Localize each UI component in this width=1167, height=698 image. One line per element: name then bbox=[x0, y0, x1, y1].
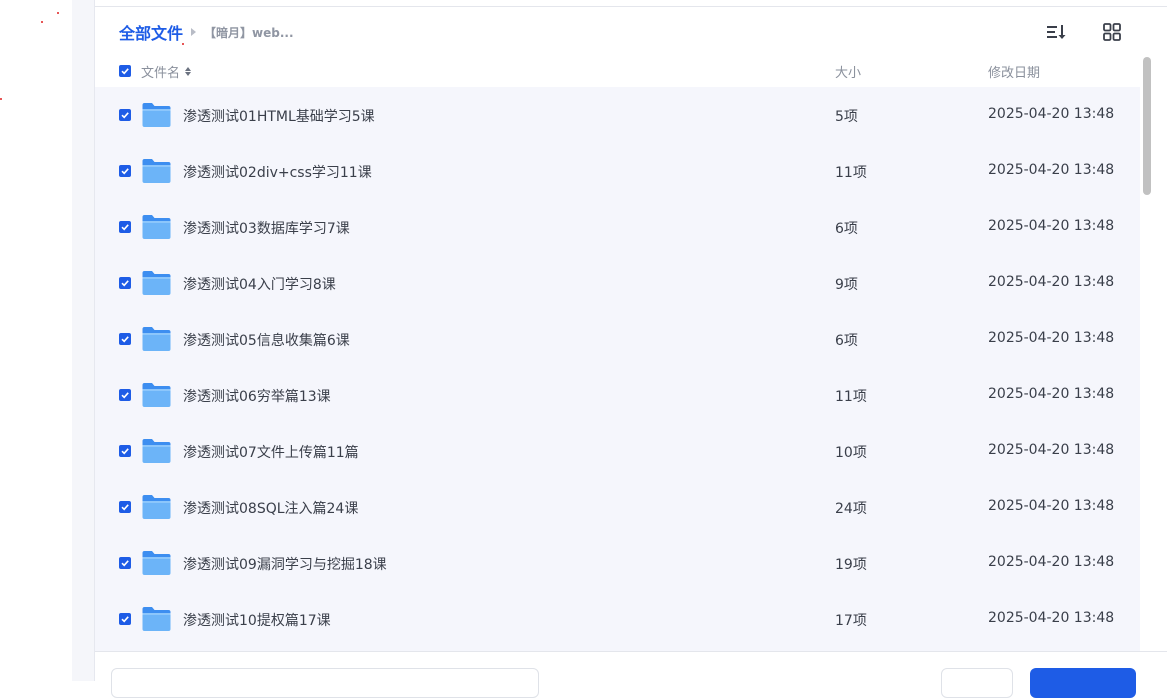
file-row[interactable]: 渗透测试03数据库学习7课 6项 2025-04-20 13:48 bbox=[95, 199, 1140, 255]
file-modified-date: 2025-04-20 13:48 bbox=[988, 386, 1115, 402]
column-header-modified[interactable]: 修改日期 bbox=[988, 62, 1040, 81]
folder-icon bbox=[142, 607, 171, 631]
file-size: 6项 bbox=[835, 333, 858, 349]
file-browser-panel: 全部文件 【暗月】web... 文件名 大小 修改日期 渗透测试01HTML基础… bbox=[94, 0, 1167, 698]
column-header-size[interactable]: 大小 bbox=[835, 62, 861, 81]
breadcrumb-current[interactable]: 【暗月】web... bbox=[204, 24, 294, 41]
gutter-strip bbox=[72, 0, 94, 681]
file-size: 9项 bbox=[835, 277, 858, 293]
left-gutter bbox=[0, 0, 72, 681]
grid-view-button[interactable] bbox=[1099, 19, 1125, 45]
file-list-header: 文件名 大小 修改日期 bbox=[95, 56, 1140, 86]
check-icon bbox=[121, 616, 129, 623]
file-modified-date: 2025-04-20 13:48 bbox=[988, 330, 1115, 346]
folder-icon bbox=[142, 103, 171, 127]
file-modified-date: 2025-04-20 13:48 bbox=[988, 442, 1115, 458]
folder-icon bbox=[142, 495, 171, 519]
row-checkbox[interactable] bbox=[119, 389, 131, 401]
file-name[interactable]: 渗透测试10提权篇17课 bbox=[183, 610, 331, 630]
row-checkbox[interactable] bbox=[119, 613, 131, 625]
check-icon bbox=[121, 280, 129, 287]
file-modified-date: 2025-04-20 13:48 bbox=[988, 218, 1115, 234]
row-checkbox[interactable] bbox=[119, 445, 131, 457]
artifact-dot bbox=[0, 98, 2, 100]
select-all-checkbox[interactable] bbox=[119, 65, 131, 77]
file-row[interactable]: 渗透测试08SQL注入篇24课 24项 2025-04-20 13:48 bbox=[95, 479, 1140, 535]
file-name[interactable]: 渗透测试08SQL注入篇24课 bbox=[183, 498, 358, 518]
file-size: 6项 bbox=[835, 221, 858, 237]
file-row[interactable]: 渗透测试02div+css学习11课 11项 2025-04-20 13:48 bbox=[95, 143, 1140, 199]
artifact-dot bbox=[57, 12, 59, 14]
bottom-input-field[interactable] bbox=[111, 668, 539, 698]
file-row[interactable]: 渗透测试01HTML基础学习5课 5项 2025-04-20 13:48 bbox=[95, 87, 1140, 143]
check-icon bbox=[121, 560, 129, 567]
check-icon bbox=[121, 392, 129, 399]
primary-button[interactable] bbox=[1030, 668, 1136, 698]
file-size: 10项 bbox=[835, 445, 867, 461]
file-name[interactable]: 渗透测试07文件上传篇11篇 bbox=[183, 442, 359, 462]
scrollbar-thumb[interactable] bbox=[1143, 57, 1151, 195]
file-row[interactable]: 渗透测试09漏洞学习与挖掘18课 19项 2025-04-20 13:48 bbox=[95, 535, 1140, 591]
column-header-name[interactable]: 文件名 bbox=[141, 62, 192, 81]
file-row[interactable]: 渗透测试04入门学习8课 9项 2025-04-20 13:48 bbox=[95, 255, 1140, 311]
breadcrumb-separator-icon bbox=[191, 28, 197, 36]
file-list: 渗透测试01HTML基础学习5课 5项 2025-04-20 13:48 渗透测… bbox=[95, 87, 1140, 651]
file-name[interactable]: 渗透测试06穷举篇13课 bbox=[183, 386, 331, 406]
divider bbox=[95, 6, 1167, 7]
file-name[interactable]: 渗透测试04入门学习8课 bbox=[183, 274, 336, 294]
check-icon bbox=[121, 504, 129, 511]
row-checkbox[interactable] bbox=[119, 109, 131, 121]
sort-button[interactable] bbox=[1043, 19, 1069, 45]
row-checkbox[interactable] bbox=[119, 221, 131, 233]
file-name[interactable]: 渗透测试05信息收集篇6课 bbox=[183, 330, 350, 350]
file-modified-date: 2025-04-20 13:48 bbox=[988, 106, 1115, 122]
folder-icon bbox=[142, 159, 171, 183]
file-size: 24项 bbox=[835, 501, 867, 517]
row-checkbox[interactable] bbox=[119, 333, 131, 345]
sort-list-icon bbox=[1047, 25, 1066, 39]
file-modified-date: 2025-04-20 13:48 bbox=[988, 610, 1115, 626]
bottom-bar bbox=[95, 651, 1167, 698]
folder-icon bbox=[142, 271, 171, 295]
check-icon bbox=[121, 336, 129, 343]
file-modified-date: 2025-04-20 13:48 bbox=[988, 274, 1115, 290]
file-modified-date: 2025-04-20 13:48 bbox=[988, 498, 1115, 514]
file-size: 11项 bbox=[835, 165, 867, 181]
folder-icon bbox=[142, 439, 171, 463]
row-checkbox[interactable] bbox=[119, 165, 131, 177]
file-modified-date: 2025-04-20 13:48 bbox=[988, 554, 1115, 570]
row-checkbox[interactable] bbox=[119, 557, 131, 569]
file-name[interactable]: 渗透测试03数据库学习7课 bbox=[183, 218, 350, 238]
file-size: 17项 bbox=[835, 613, 867, 629]
sort-arrows-icon bbox=[185, 67, 192, 76]
file-row[interactable]: 渗透测试05信息收集篇6课 6项 2025-04-20 13:48 bbox=[95, 311, 1140, 367]
folder-icon bbox=[142, 215, 171, 239]
artifact-dot bbox=[41, 21, 43, 23]
file-size: 19项 bbox=[835, 557, 867, 573]
file-row[interactable]: 渗透测试10提权篇17课 17项 2025-04-20 13:48 bbox=[95, 591, 1140, 647]
folder-icon bbox=[142, 383, 171, 407]
check-icon bbox=[121, 168, 129, 175]
check-icon bbox=[121, 68, 129, 75]
secondary-button[interactable] bbox=[941, 668, 1013, 698]
row-checkbox[interactable] bbox=[119, 277, 131, 289]
breadcrumb: 全部文件 【暗月】web... bbox=[119, 20, 294, 44]
file-row[interactable]: 渗透测试07文件上传篇11篇 10项 2025-04-20 13:48 bbox=[95, 423, 1140, 479]
check-icon bbox=[121, 112, 129, 119]
folder-icon bbox=[142, 327, 171, 351]
breadcrumb-root[interactable]: 全部文件 bbox=[119, 20, 183, 44]
file-name[interactable]: 渗透测试02div+css学习11课 bbox=[183, 162, 372, 182]
column-header-name-label: 文件名 bbox=[141, 66, 181, 81]
file-size: 11项 bbox=[835, 389, 867, 405]
folder-icon bbox=[142, 551, 171, 575]
grid-view-icon bbox=[1103, 23, 1121, 41]
row-checkbox[interactable] bbox=[119, 501, 131, 513]
file-name[interactable]: 渗透测试09漏洞学习与挖掘18课 bbox=[183, 554, 387, 574]
check-icon bbox=[121, 448, 129, 455]
file-modified-date: 2025-04-20 13:48 bbox=[988, 162, 1115, 178]
file-name[interactable]: 渗透测试01HTML基础学习5课 bbox=[183, 106, 375, 126]
check-icon bbox=[121, 224, 129, 231]
file-size: 5项 bbox=[835, 109, 858, 125]
file-row[interactable]: 渗透测试06穷举篇13课 11项 2025-04-20 13:48 bbox=[95, 367, 1140, 423]
